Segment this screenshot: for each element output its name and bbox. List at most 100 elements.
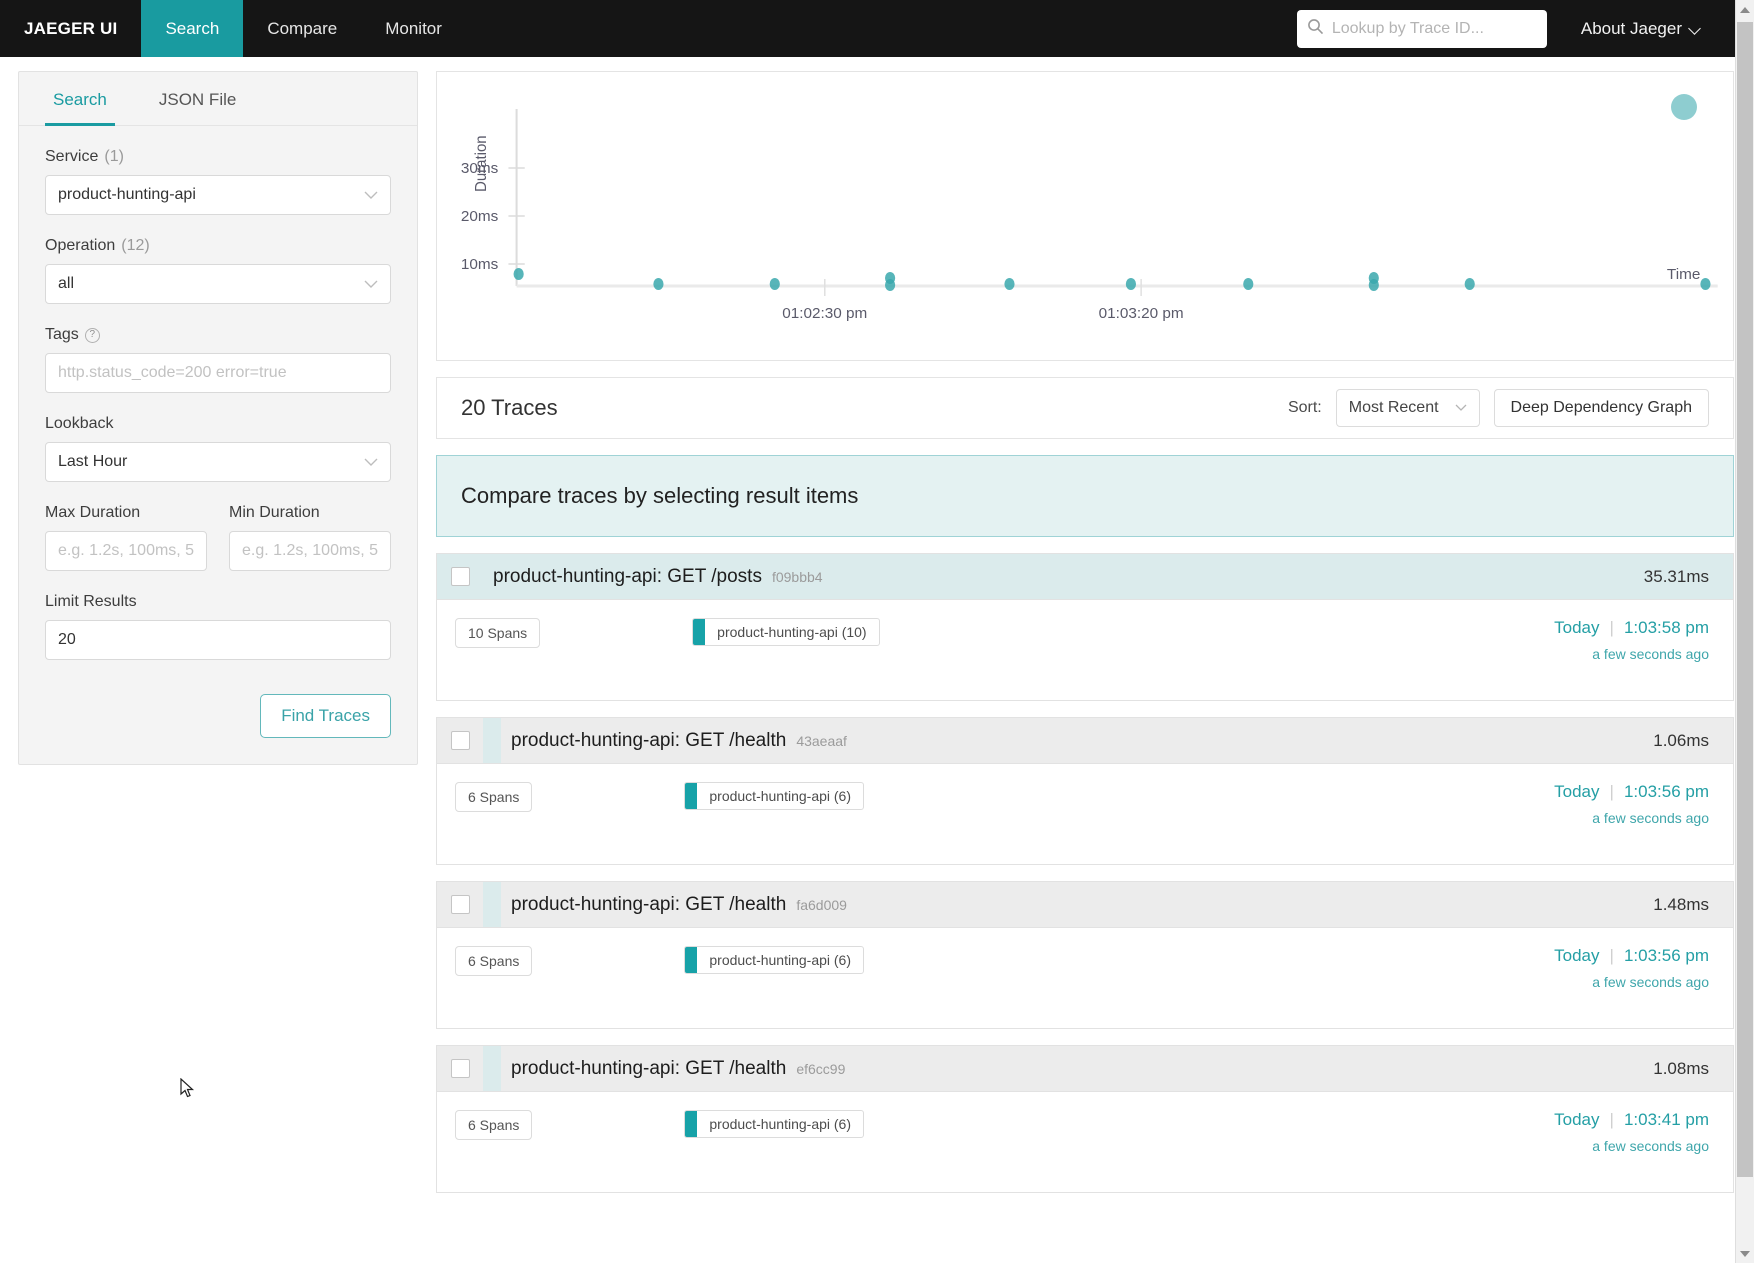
trace-service-pill[interactable]: product-hunting-api (6): [684, 782, 865, 810]
trace-result-header[interactable]: product-hunting-api: GET /health 43aeaaf…: [437, 718, 1733, 764]
trace-duration: 35.31ms: [1643, 566, 1709, 586]
service-selected-value: product-hunting-api: [58, 186, 196, 203]
sort-select[interactable]: Most Recent: [1335, 389, 1480, 427]
trace-timestamp-row: Today | 1:03:41 pm: [1554, 1110, 1709, 1130]
trace-result-header[interactable]: product-hunting-api: GET /health fa6d009…: [437, 882, 1733, 928]
ytick-20ms: 20ms: [461, 208, 499, 225]
field-limit-results: Limit Results: [45, 593, 391, 660]
trace-relative-time: a few seconds ago: [1592, 1138, 1709, 1154]
search-icon: [1307, 18, 1324, 40]
question-mark-icon[interactable]: ?: [84, 327, 100, 343]
trace-span-count: 6 Spans: [455, 782, 533, 812]
divider: |: [1609, 782, 1614, 801]
tags-label-row: Tags ?: [45, 326, 391, 344]
scrollbar-thumb[interactable]: [1737, 22, 1753, 1177]
field-duration-row: Max Duration Min Duration: [45, 504, 391, 571]
tags-input[interactable]: [58, 364, 378, 382]
trace-time: 1:03:58 pm: [1623, 618, 1709, 637]
find-traces-button[interactable]: Find Traces: [260, 694, 391, 738]
service-count: (1): [104, 148, 124, 165]
trace-duration: 1.48ms: [1653, 894, 1709, 914]
trace-result-header[interactable]: product-hunting-api: GET /health ef6cc99…: [437, 1046, 1733, 1092]
trace-span-count: 10 Spans: [455, 618, 541, 648]
trace-service-pill[interactable]: product-hunting-api (6): [684, 946, 865, 974]
trace-timestamp-row: Today | 1:03:56 pm: [1554, 946, 1709, 966]
nav-item-monitor[interactable]: Monitor: [361, 0, 466, 57]
max-duration-input[interactable]: [58, 542, 194, 560]
service-color-bar: [685, 947, 698, 973]
trace-select-checkbox-wrap[interactable]: [437, 567, 483, 586]
trace-select-checkbox-wrap[interactable]: [437, 895, 483, 914]
trace-service-pill[interactable]: product-hunting-api (6): [684, 1110, 865, 1138]
trace-select-checkbox[interactable]: [450, 567, 470, 586]
operation-select[interactable]: all: [45, 264, 391, 304]
scatter-point: [1004, 278, 1015, 290]
max-duration-label-row: Max Duration: [45, 504, 207, 522]
trace-day: Today: [1554, 1110, 1600, 1129]
operation-count: (12): [121, 237, 150, 254]
trace-service-pill[interactable]: product-hunting-api (10): [692, 618, 880, 646]
service-color-bar: [693, 619, 706, 645]
trace-result-item[interactable]: product-hunting-api: GET /health fa6d009…: [436, 881, 1734, 1029]
trace-duration: 1.08ms: [1653, 1058, 1709, 1078]
xtick-2: 01:03:20 pm: [1099, 305, 1184, 322]
field-tags: Tags ?: [45, 326, 391, 393]
divider: |: [1609, 946, 1614, 965]
trace-result-item[interactable]: product-hunting-api: GET /health ef6cc99…: [436, 1045, 1734, 1193]
scatter-point-large[interactable]: [1671, 94, 1697, 120]
limit-results-label: Limit Results: [45, 593, 137, 610]
nav-item-compare[interactable]: Compare: [243, 0, 361, 57]
trace-result-header[interactable]: product-hunting-api: GET /posts f09bbb4 …: [437, 554, 1733, 600]
trace-title-wrap: product-hunting-api: GET /health 43aeaaf: [501, 730, 847, 752]
trace-time-column: Today | 1:03:56 pm a few seconds ago: [1554, 782, 1709, 826]
max-duration-field[interactable]: [45, 531, 207, 571]
trace-time-column: Today | 1:03:58 pm a few seconds ago: [1554, 618, 1709, 662]
scroll-down-arrow-icon[interactable]: [1736, 1244, 1754, 1263]
tab-json-file[interactable]: JSON File: [151, 72, 244, 126]
scatter-point: [1243, 278, 1254, 290]
chevron-down-icon: [364, 188, 378, 203]
about-jaeger-menu[interactable]: About Jaeger: [1581, 0, 1754, 57]
limit-results-input[interactable]: [58, 631, 378, 649]
trace-span-count: 6 Spans: [455, 1110, 533, 1140]
trace-timestamp-row: Today | 1:03:56 pm: [1554, 782, 1709, 802]
trace-title-wrap: product-hunting-api: GET /posts f09bbb4: [483, 566, 823, 588]
scatter-point: [1464, 278, 1475, 290]
trace-id-input[interactable]: [1331, 19, 1537, 38]
nav-item-search[interactable]: Search: [141, 0, 244, 57]
trace-scatter-chart[interactable]: 30ms 20ms 10ms Duration 01:02:30 pm 01:0…: [436, 71, 1734, 361]
app-logo[interactable]: JAEGER UI: [0, 0, 141, 57]
trace-select-checkbox-wrap[interactable]: [437, 731, 483, 750]
scatter-point: [1368, 279, 1379, 291]
results-toolbar: 20 Traces Sort: Most Recent Deep Depende…: [436, 377, 1734, 439]
scroll-up-arrow-icon[interactable]: [1736, 0, 1754, 19]
trace-select-checkbox-wrap[interactable]: [437, 1059, 483, 1078]
divider: |: [1609, 618, 1614, 637]
tags-field[interactable]: [45, 353, 391, 393]
tab-search[interactable]: Search: [45, 72, 115, 126]
sidebar-tabs: Search JSON File: [19, 72, 417, 126]
trace-result-item[interactable]: product-hunting-api: GET /health 43aeaaf…: [436, 717, 1734, 865]
limit-results-field[interactable]: [45, 620, 391, 660]
trace-id: fa6d009: [796, 896, 847, 913]
scatter-point: [513, 268, 524, 280]
service-select[interactable]: product-hunting-api: [45, 175, 391, 215]
service-color-bar: [685, 1111, 698, 1137]
lookback-select[interactable]: Last Hour: [45, 442, 391, 482]
trace-relative-time: a few seconds ago: [1592, 810, 1709, 826]
trace-select-checkbox[interactable]: [450, 731, 470, 750]
trace-title: product-hunting-api: GET /posts: [493, 565, 762, 587]
trace-select-checkbox[interactable]: [450, 895, 470, 914]
deep-dependency-graph-button[interactable]: Deep Dependency Graph: [1493, 389, 1709, 427]
min-duration-input[interactable]: [242, 542, 378, 560]
trace-day: Today: [1554, 782, 1600, 801]
trace-result-item[interactable]: product-hunting-api: GET /posts f09bbb4 …: [436, 553, 1734, 701]
trace-timestamp-row: Today | 1:03:58 pm: [1554, 618, 1709, 638]
min-duration-label-row: Min Duration: [229, 504, 391, 522]
page-scrollbar[interactable]: [1735, 0, 1754, 1263]
search-form: Service (1) product-hunting-api Operatio…: [19, 148, 417, 660]
trace-id-lookup[interactable]: [1296, 9, 1547, 48]
trace-select-checkbox[interactable]: [450, 1059, 470, 1078]
trace-time: 1:03:41 pm: [1623, 1110, 1709, 1129]
min-duration-field[interactable]: [229, 531, 391, 571]
